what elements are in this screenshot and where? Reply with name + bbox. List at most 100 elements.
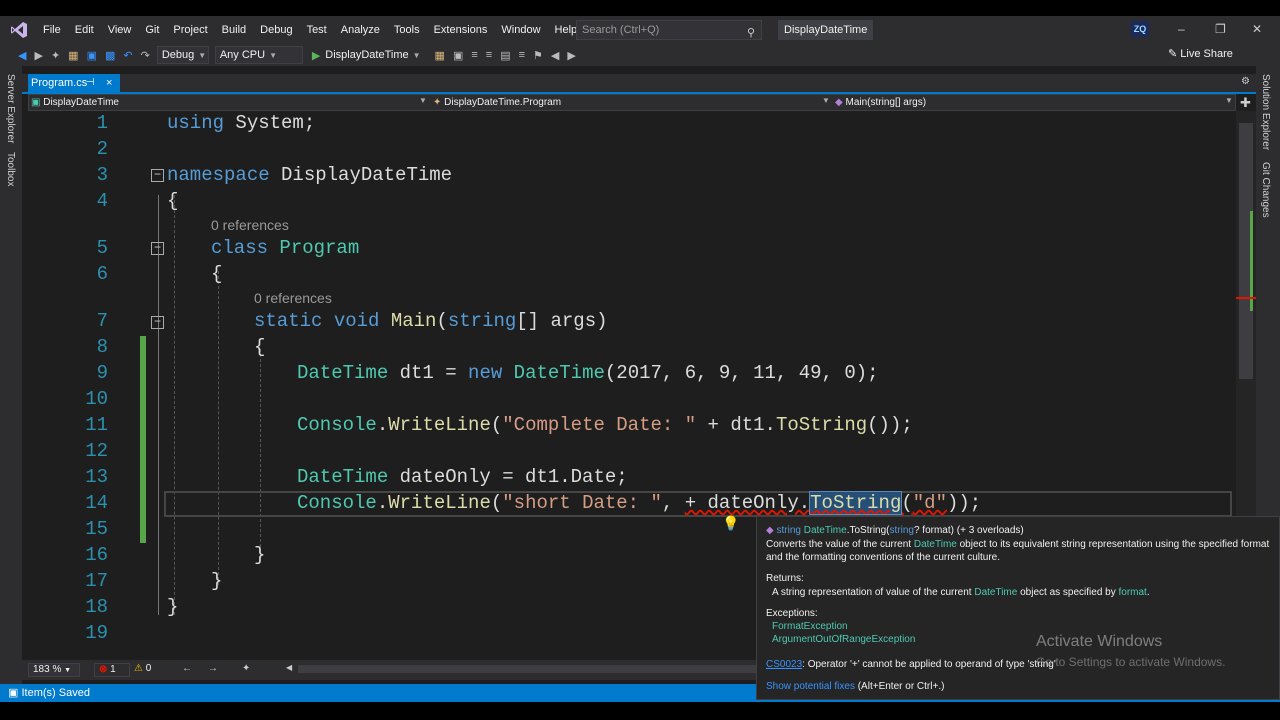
status-icon: ▣: [8, 687, 19, 699]
horizontal-scrollbar[interactable]: [298, 665, 756, 673]
restore-icon[interactable]: ❐: [1215, 22, 1226, 36]
tooltip-fix: Show potential fixes (Alt+Enter or Ctrl+…: [766, 681, 945, 692]
bookmark-prev-icon[interactable]: ◀: [551, 49, 559, 62]
menu-file[interactable]: File: [36, 16, 68, 44]
git-changes-tab[interactable]: Git Changes: [1260, 162, 1271, 218]
tooltip-exceptions-label: Exceptions:: [766, 608, 818, 619]
line-number: 4: [96, 190, 108, 212]
menu-project[interactable]: Project: [166, 16, 214, 44]
warnings-indicator[interactable]: ⚠ 0: [134, 663, 151, 675]
collapse-icon[interactable]: −: [151, 168, 164, 182]
collapse-icon[interactable]: −: [151, 241, 164, 255]
exception-link[interactable]: ArgumentOutOfRangeException: [772, 634, 915, 645]
close-window-icon[interactable]: ✕: [1252, 22, 1262, 36]
show-fixes-link[interactable]: Show potential fixes: [766, 681, 855, 692]
menu-view[interactable]: View: [101, 16, 139, 44]
error-marker: [1236, 297, 1256, 299]
standard-toolbar: ◀ ▶ ✦ ▦ ▣ ▩ ↶ ↷ Debug ▼ Any CPU ▼ ▶ Display…: [0, 44, 1280, 66]
bookmark-icon[interactable]: ⚑: [533, 49, 543, 62]
search-icon: ⚲: [746, 27, 755, 39]
error-code-link[interactable]: CS0023: [766, 659, 802, 670]
menu-analyze[interactable]: Analyze: [334, 16, 387, 44]
new-project-icon[interactable]: ✦: [51, 49, 60, 62]
quick-info-tooltip: ◆ string DateTime.ToString(string? forma…: [756, 516, 1280, 700]
outline-guide: [158, 195, 159, 615]
live-share-button[interactable]: ✎ Live Share: [1168, 47, 1233, 60]
open-folder-icon[interactable]: ▦: [68, 49, 78, 62]
class-dropdown[interactable]: ✦ DisplayDateTime.Program: [433, 96, 561, 110]
indent-guide: [174, 195, 175, 615]
server-explorer-tab[interactable]: Server Explorer: [5, 74, 16, 143]
lightbulb-icon[interactable]: 💡: [722, 516, 739, 532]
bookmark-next-icon[interactable]: ▶: [567, 49, 575, 62]
account-avatar[interactable]: ZQ: [1131, 21, 1149, 37]
undo-icon[interactable]: ↶: [123, 49, 132, 62]
menu-debug[interactable]: Debug: [253, 16, 299, 44]
redo-icon[interactable]: ↷: [141, 49, 150, 62]
pin-icon[interactable]: ⊣: [86, 74, 95, 92]
navigate-forward-icon[interactable]: →: [208, 663, 218, 674]
search-placeholder: Search (Ctrl+Q): [582, 24, 660, 36]
menu-test[interactable]: Test: [300, 16, 334, 44]
warning-icon: ⚠: [134, 663, 143, 674]
menu-git[interactable]: Git: [138, 16, 166, 44]
class-icon: ✦: [433, 97, 442, 108]
toolbox-tab[interactable]: Toolbox: [5, 152, 16, 186]
collapse-icon[interactable]: −: [151, 315, 164, 329]
project-dropdown[interactable]: ▣ DisplayDateTime: [31, 96, 119, 110]
forward-icon[interactable]: ▶: [34, 49, 42, 62]
save-all-icon[interactable]: ▩: [105, 49, 115, 62]
line-number: 9: [96, 362, 108, 384]
chevron-down-icon: ▼: [1225, 96, 1233, 105]
codelens-references[interactable]: 0 references: [211, 217, 289, 233]
zoom-select[interactable]: 183 % ▼: [28, 663, 80, 677]
menu-edit[interactable]: Edit: [68, 16, 101, 44]
exception-link[interactable]: FormatException: [772, 621, 848, 632]
indent-guide: [260, 349, 261, 557]
solution-title: DisplayDateTime: [778, 20, 874, 40]
menu-window[interactable]: Window: [494, 16, 547, 44]
configuration-select[interactable]: Debug ▼: [156, 46, 209, 64]
member-dropdown[interactable]: ◆ Main(string[] args): [835, 96, 926, 110]
menu-tools[interactable]: Tools: [387, 16, 427, 44]
indent-guide: [218, 271, 219, 585]
align-left-icon[interactable]: ≡: [486, 49, 492, 61]
save-icon[interactable]: ▣: [87, 49, 97, 62]
errors-indicator[interactable]: ⊗ 1: [94, 663, 130, 677]
scroll-left-icon[interactable]: ◀: [286, 663, 292, 672]
split-editor-icon[interactable]: ✚: [1240, 95, 1251, 111]
tab-program-cs[interactable]: Program.cs ⊣ ×: [28, 74, 120, 92]
code-line-9: DateTime dt1 = new DateTime(2017, 6, 9, …: [297, 362, 879, 384]
chevron-down-icon: ▼: [822, 96, 830, 105]
line-number: 13: [85, 466, 108, 488]
comment-icon[interactable]: ▤: [500, 49, 510, 62]
status-message: Item(s) Saved: [21, 687, 90, 699]
method-icon: ◆: [835, 97, 843, 108]
code-cleanup-icon[interactable]: ✦: [242, 663, 250, 674]
changed-lines-marker: [140, 336, 146, 543]
start-debugging-button[interactable]: ▶ DisplayDateTime ▼: [312, 49, 421, 62]
line-number: 14: [85, 492, 108, 514]
menu-build[interactable]: Build: [215, 16, 253, 44]
minimize-icon[interactable]: –: [1178, 22, 1185, 36]
chevron-down-icon: ▼: [412, 50, 421, 60]
line-number: 10: [85, 388, 108, 410]
navigate-back-icon[interactable]: ←: [182, 663, 192, 674]
close-tab-icon[interactable]: ×: [106, 74, 112, 92]
method-icon: ◆: [766, 525, 774, 536]
browse-icon[interactable]: ▦: [435, 49, 445, 62]
codelens-references[interactable]: 0 references: [254, 290, 332, 306]
solution-explorer-tab[interactable]: Solution Explorer: [1260, 74, 1271, 150]
line-number: 16: [85, 544, 108, 566]
settings-icon[interactable]: ⚙: [1241, 76, 1250, 87]
step-icon[interactable]: ≡: [471, 49, 477, 61]
search-input[interactable]: Search (Ctrl+Q) ⚲: [576, 20, 762, 40]
error-icon: ⊗: [99, 664, 108, 675]
indent-icon[interactable]: ≡: [519, 49, 525, 61]
chevron-down-icon: ▼: [64, 667, 72, 674]
back-icon[interactable]: ◀: [18, 49, 26, 62]
screenshot-icon[interactable]: ▣: [453, 49, 463, 62]
platform-select[interactable]: Any CPU ▼: [214, 46, 303, 64]
menu-extensions[interactable]: Extensions: [427, 16, 495, 44]
tooltip-returns: A string representation of value of the …: [772, 587, 1150, 598]
